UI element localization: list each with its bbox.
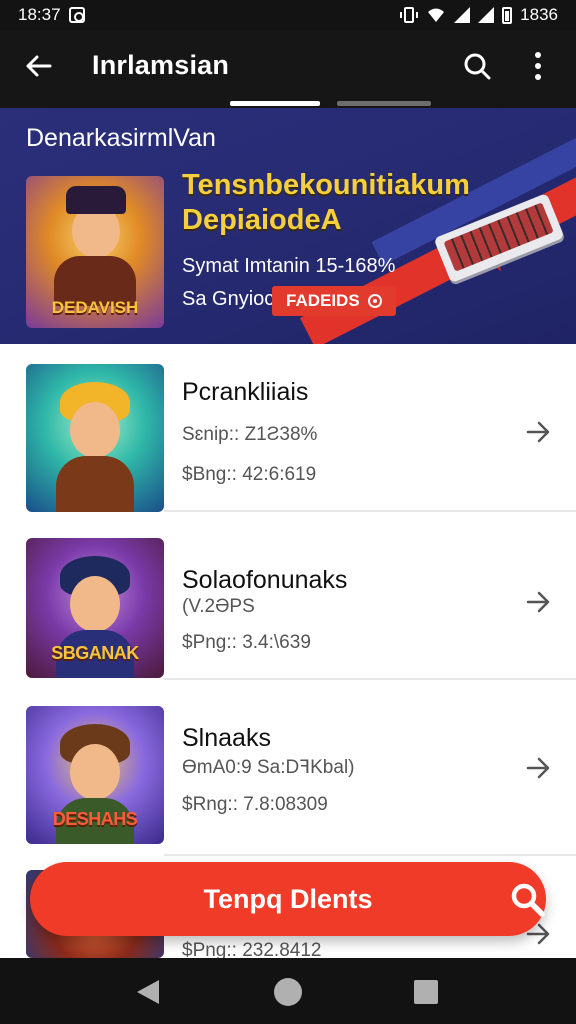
item-title: Slnaaks bbox=[182, 724, 271, 752]
thumbnail-label: DESHAHS bbox=[52, 809, 138, 829]
arrow-left-icon bbox=[26, 55, 52, 77]
more-vert-icon bbox=[535, 52, 541, 58]
back-button[interactable] bbox=[16, 46, 60, 86]
status-bar: 18:37 1836 bbox=[0, 0, 576, 30]
status-time: 18:37 bbox=[18, 5, 61, 24]
game-thumbnail: DESHAHS bbox=[26, 706, 164, 844]
item-subtitle: ӨmA0:9 Sa:DꟻKbal) bbox=[182, 757, 355, 778]
tab-indicator-active[interactable] bbox=[230, 101, 320, 106]
search-icon bbox=[511, 883, 545, 917]
app-bar: Inrlamsian bbox=[0, 30, 576, 108]
more-options-button[interactable] bbox=[520, 46, 556, 86]
search-button[interactable] bbox=[455, 46, 499, 86]
headline-line-2: DepiaiodeA bbox=[182, 204, 342, 236]
banner-subtext: Symat Imtanin 15-168% bbox=[182, 255, 396, 277]
item-price: $Rng:: 7.8:08309 bbox=[182, 794, 328, 815]
page-title: Inrlamsian bbox=[92, 50, 230, 80]
banner-subtext-2: Sa Gnyioc bbox=[182, 288, 275, 310]
item-title: Pcrankliiais bbox=[182, 378, 309, 406]
list-item[interactable]: SBGANAK Solaofonunaks (V.2ƏPS $Png:: 3.4… bbox=[0, 512, 576, 680]
arrow-right-icon bbox=[526, 591, 550, 613]
item-arrow-button[interactable] bbox=[522, 586, 554, 618]
find-deals-button[interactable]: Tenpq Dlents bbox=[30, 862, 546, 936]
nav-home-icon[interactable] bbox=[274, 978, 302, 1006]
signal-icon bbox=[454, 7, 471, 23]
item-price: $Png:: 3.4:\639 bbox=[182, 632, 311, 653]
banner-game-art[interactable]: DEDAVISH bbox=[26, 176, 164, 328]
list-item[interactable]: DESHAHS Slnaaks ӨmA0:9 Sa:DꟻKbal) $Rng::… bbox=[0, 684, 576, 856]
thumbnail-label: SBGANAK bbox=[51, 643, 139, 663]
item-title: Solaofonunaks bbox=[182, 566, 348, 594]
banner-header: DenarkasirmlVan bbox=[26, 124, 216, 152]
search-icon bbox=[464, 53, 491, 80]
vibrate-icon bbox=[400, 7, 419, 23]
item-subtitle: Sɛnip:: Z1Ƨ38% bbox=[182, 424, 318, 445]
list-item[interactable]: Pcrankliiais Sɛnip:: Z1Ƨ38% $Bng:: 42:6:… bbox=[0, 344, 576, 512]
banner-cta-label: FADEIDS bbox=[286, 291, 360, 310]
nav-back-icon[interactable] bbox=[137, 980, 159, 1004]
battery-icon bbox=[502, 6, 513, 24]
tab-indicator-inactive[interactable] bbox=[337, 101, 431, 106]
item-subtitle: (V.2ƏPS bbox=[182, 596, 255, 617]
fab-label: Tenpq Dlents bbox=[203, 884, 373, 914]
arrow-right-icon bbox=[526, 757, 550, 779]
system-nav-bar bbox=[0, 958, 576, 1024]
item-price: $Bng:: 42:6:619 bbox=[182, 464, 317, 485]
item-arrow-button[interactable] bbox=[522, 416, 554, 448]
arrow-right-icon bbox=[526, 421, 550, 443]
game-thumbnail bbox=[26, 364, 164, 512]
notification-icon bbox=[68, 7, 85, 23]
banner-headline: Tensnbekounitiakum DepiaiodeA bbox=[182, 168, 470, 238]
banner-art-label: DEDAVISH bbox=[51, 298, 139, 317]
battery-level: 1836 bbox=[520, 5, 558, 24]
nav-recent-apps-icon[interactable] bbox=[414, 980, 438, 1004]
banner-cta-button[interactable]: FADEIDS bbox=[272, 286, 396, 316]
signal-icon bbox=[478, 7, 495, 23]
item-arrow-button[interactable] bbox=[522, 752, 554, 784]
headline-line-1: Tensnbekounitiakum bbox=[182, 169, 470, 201]
target-icon bbox=[367, 294, 382, 308]
game-thumbnail: SBGANAK bbox=[26, 538, 164, 678]
wifi-icon bbox=[428, 8, 445, 22]
